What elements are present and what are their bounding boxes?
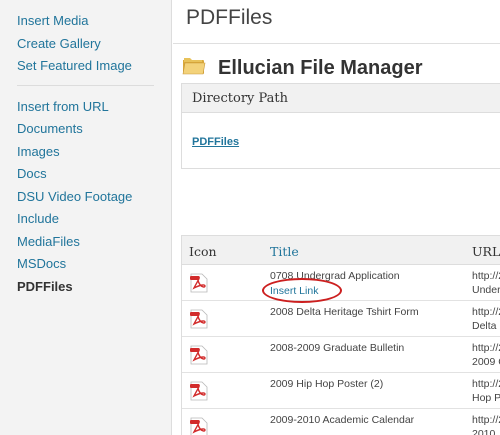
file-url-line2: 2010 — [472, 428, 496, 435]
directory-path-heading: Directory Path — [182, 84, 500, 113]
column-header-icon: Icon — [189, 244, 217, 259]
highlight-circle — [262, 278, 342, 303]
table-row: 0708 Undergrad Application Insert Link h… — [182, 265, 500, 303]
file-title: 2008 Delta Heritage Tshirt Form — [270, 306, 419, 318]
sidebar-item-docs[interactable]: Docs — [0, 163, 171, 186]
sidebar-item-msdocs[interactable]: MSDocs — [0, 253, 171, 276]
file-url-line1: http://2 — [472, 270, 500, 282]
plugin-title: Ellucian File Manager — [218, 57, 423, 79]
sidebar-item-set-featured-image[interactable]: Set Featured Image — [0, 55, 171, 78]
sidebar-bottom-group: Insert from URL Documents Images Docs DS… — [0, 86, 171, 299]
sidebar-item-include[interactable]: Include — [0, 208, 171, 231]
column-header-url: URL — [472, 244, 500, 259]
media-sidebar: Insert Media Create Gallery Set Featured… — [0, 0, 172, 435]
files-table: Icon Title URL 0708 Undergrad Applicatio… — [181, 235, 500, 435]
sidebar-top-group: Insert Media Create Gallery Set Featured… — [0, 0, 171, 78]
media-frame-content: PDFFiles Ellucian File Manager Directory… — [173, 0, 500, 435]
directory-path-panel: Directory Path PDFFiles — [181, 83, 500, 169]
sidebar-item-images[interactable]: Images — [0, 141, 171, 164]
file-title: 2009-2010 Academic Calendar — [270, 414, 415, 426]
sidebar-item-insert-media[interactable]: Insert Media — [0, 10, 171, 33]
directory-path-link[interactable]: PDFFiles — [192, 136, 239, 148]
file-url-line1: http://2 — [472, 306, 500, 318]
file-url-line2: 2009 C — [472, 356, 500, 368]
frame-title-divider — [173, 43, 500, 44]
table-row[interactable]: 2009 Hip Hop Poster (2) http://2 Hop P — [182, 373, 500, 409]
file-url-line1: http://2 — [472, 342, 500, 354]
file-url-line1: http://2 — [472, 378, 500, 390]
table-row[interactable]: 2009-2010 Academic Calendar http://2 201… — [182, 409, 500, 435]
file-url-line1: http://2 — [472, 414, 500, 426]
sidebar-item-documents[interactable]: Documents — [0, 118, 171, 141]
pdf-icon — [188, 272, 210, 294]
table-row[interactable]: 2008-2009 Graduate Bulletin http://2 200… — [182, 337, 500, 373]
table-row[interactable]: 2008 Delta Heritage Tshirt Form http://2… — [182, 301, 500, 337]
folder-icon — [181, 54, 207, 76]
sidebar-item-dsu-video-footage[interactable]: DSU Video Footage — [0, 186, 171, 209]
files-table-header: Icon Title URL — [182, 236, 500, 265]
file-url-line2: Hop P — [472, 392, 500, 404]
pdf-icon — [188, 344, 210, 366]
column-header-title[interactable]: Title — [270, 244, 299, 259]
file-title: 2009 Hip Hop Poster (2) — [270, 378, 384, 390]
sidebar-item-mediafiles[interactable]: MediaFiles — [0, 231, 171, 254]
file-url-line2: Delta I — [472, 320, 500, 332]
pdf-icon — [188, 380, 210, 402]
file-url-line2: Under — [472, 284, 500, 296]
sidebar-item-insert-from-url[interactable]: Insert from URL — [0, 96, 171, 119]
pdf-icon — [188, 416, 210, 435]
frame-title: PDFFiles — [186, 6, 273, 29]
sidebar-item-pdffiles[interactable]: PDFFiles — [0, 276, 171, 299]
file-title: 2008-2009 Graduate Bulletin — [270, 342, 405, 354]
pdf-icon — [188, 308, 210, 330]
sidebar-item-create-gallery[interactable]: Create Gallery — [0, 33, 171, 56]
